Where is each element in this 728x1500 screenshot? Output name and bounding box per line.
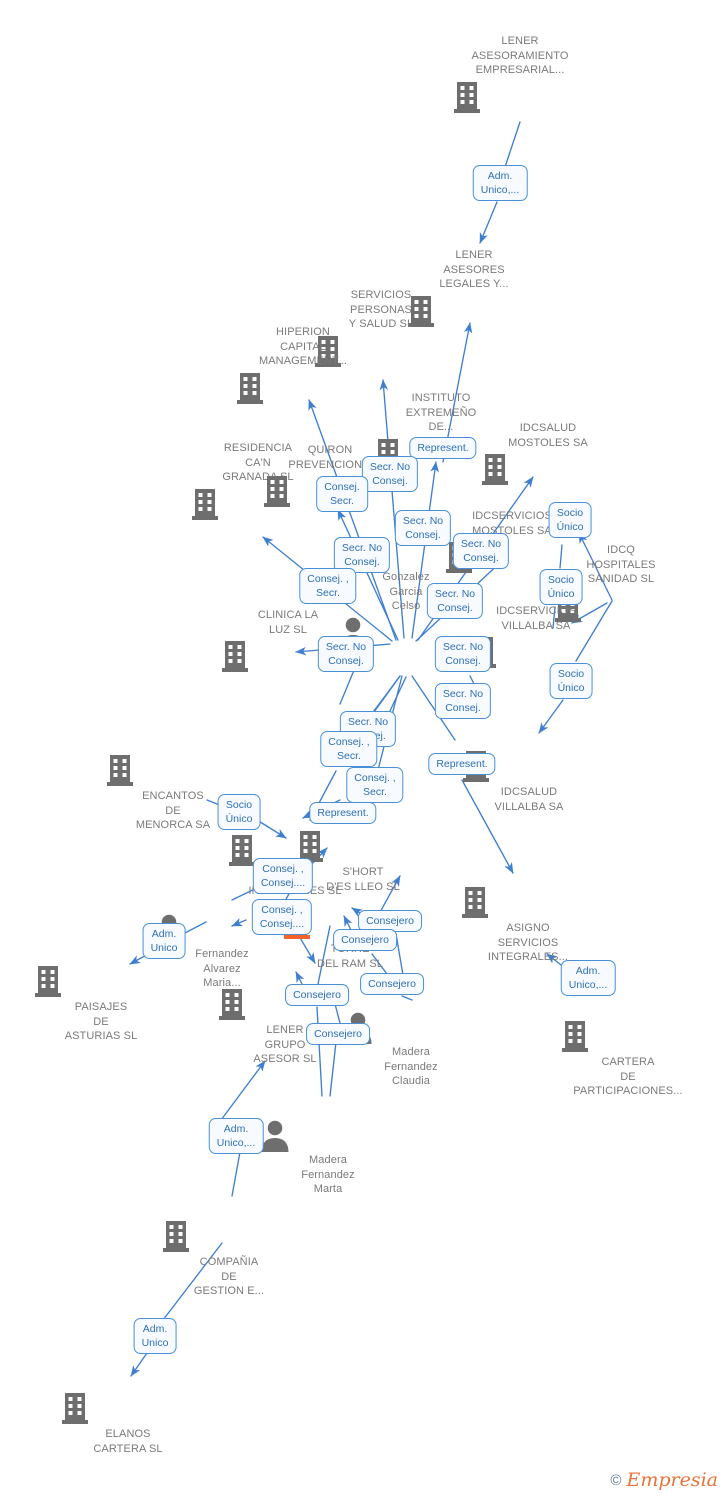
node-label: HIPERION CAPITAL MANAGEMENT... (258, 326, 348, 367)
node-label: INSTITUTO EXTREMEÑO DE... (405, 392, 477, 433)
graph-node-cartera-participaciones[interactable]: CARTERA DE PARTICIPACIONES... (558, 1018, 698, 1099)
relation-chip[interactable]: Represent. (428, 753, 496, 775)
graph-node-madera-fernandez-claudia[interactable]: Madera Fernandez Claudia (341, 1010, 481, 1089)
relation-chip[interactable]: Socio Único (217, 794, 261, 830)
edge-line (504, 121, 521, 168)
watermark: © Empresia (610, 1471, 718, 1490)
relation-chip[interactable]: Consejero (360, 973, 424, 995)
copyright-icon: © (610, 1472, 622, 1489)
relation-chip[interactable]: Consej. , Consej.... (251, 899, 313, 935)
building-icon (450, 79, 590, 115)
node-label: Madera Fernandez Marta (301, 1154, 355, 1195)
node-label: COMPAÑIA DE GESTION E... (193, 1256, 265, 1297)
node-label: IDCSERVICIOS VILLALBA SA (496, 605, 576, 632)
relation-chip[interactable]: Secr. No Consej. (434, 683, 492, 719)
graph-node-asigno-servicios[interactable]: ASIGNO SERVICIOS INTEGRALES... (458, 884, 598, 965)
relation-chip[interactable]: Socio Único (539, 569, 583, 605)
relation-chip[interactable]: Adm. Unico,... (472, 165, 528, 201)
edge-line (220, 1060, 266, 1121)
edge-line (479, 201, 498, 244)
graph-node-madera-fernandez-marta[interactable]: Madera Fernandez Marta (258, 1118, 398, 1197)
node-label: PAISAJES DE ASTURIAS SL (64, 1001, 138, 1042)
edge-line (401, 995, 413, 1001)
relation-chip[interactable]: Secr. No Consej. (426, 583, 484, 619)
node-label: ASIGNO SERVICIOS INTEGRALES... (487, 922, 569, 963)
node-label: CARTERA DE PARTICIPACIONES... (573, 1056, 683, 1097)
relation-chip[interactable]: Consejero (333, 929, 397, 951)
relation-chip[interactable]: Secr. No Consej. (394, 510, 452, 546)
building-icon (103, 752, 243, 788)
graph-canvas[interactable]: LENER ASESORAMIENTO EMPRESARIAL... LENER … (0, 0, 728, 1500)
edge-line (231, 1151, 241, 1197)
relation-chip[interactable]: Consejero (306, 1023, 370, 1045)
relation-chip[interactable]: Consej. , Consej.... (252, 858, 314, 894)
building-icon (233, 370, 373, 406)
relation-chip[interactable]: Secr. No Consej. (317, 636, 375, 672)
building-icon (31, 963, 171, 999)
relation-chip[interactable]: Secr. No Consej. (361, 456, 419, 492)
relation-chip[interactable]: Adm. Unico,... (208, 1118, 264, 1154)
relation-chip[interactable]: Consej. Secr. (316, 476, 368, 512)
brand-label: Empresia (626, 1469, 718, 1491)
relation-chip[interactable]: Socio Único (549, 663, 593, 699)
node-label: ELANOS CARTERA SL (93, 1428, 163, 1455)
relation-chip[interactable]: Secr. No Consej. (452, 533, 510, 569)
relation-chip[interactable]: Consej. , Secr. (299, 568, 357, 604)
edge-line (373, 675, 401, 713)
relation-chip[interactable]: Consej. , Secr. (320, 731, 378, 767)
graph-node-compania-gestion[interactable]: COMPAÑIA DE GESTION E... (159, 1218, 299, 1299)
building-icon (58, 1390, 198, 1426)
node-label: LENER ASESORES LEGALES Y... (439, 249, 509, 290)
relation-chip[interactable]: Socio Único (548, 502, 592, 538)
graph-node-lener-asesoramiento[interactable]: LENER ASESORAMIENTO EMPRESARIAL... (450, 34, 590, 115)
relation-chip[interactable]: Secr. No Consej. (434, 636, 492, 672)
node-label: IDCSALUD VILLALBA SA (494, 786, 564, 813)
relation-chip[interactable]: Represent. (309, 802, 377, 824)
building-icon (159, 1218, 299, 1254)
relation-chip[interactable]: Consejero (285, 984, 349, 1006)
building-icon (558, 1018, 698, 1054)
relation-chip[interactable]: Adm. Unico (142, 923, 186, 959)
graph-node-paisajes-asturias[interactable]: PAISAJES DE ASTURIAS SL (31, 963, 171, 1044)
graph-node-hiperion-capital[interactable]: HIPERION CAPITAL MANAGEMENT... (233, 325, 373, 406)
relation-chip[interactable]: Represent. (409, 437, 477, 459)
edge-line (538, 699, 564, 734)
node-label: Madera Fernandez Claudia (384, 1046, 438, 1087)
person-icon (258, 1118, 398, 1152)
edge-line (130, 1352, 148, 1377)
relation-chip[interactable]: Consej. , Secr. (346, 767, 404, 803)
graph-node-elanos-cartera[interactable]: ELANOS CARTERA SL (58, 1390, 198, 1456)
relation-chip[interactable]: Adm. Unico,... (560, 960, 616, 996)
building-icon (458, 884, 598, 920)
node-label: LENER ASESORAMIENTO EMPRESARIAL... (471, 35, 569, 76)
relation-chip[interactable]: Adm. Unico (133, 1318, 177, 1354)
